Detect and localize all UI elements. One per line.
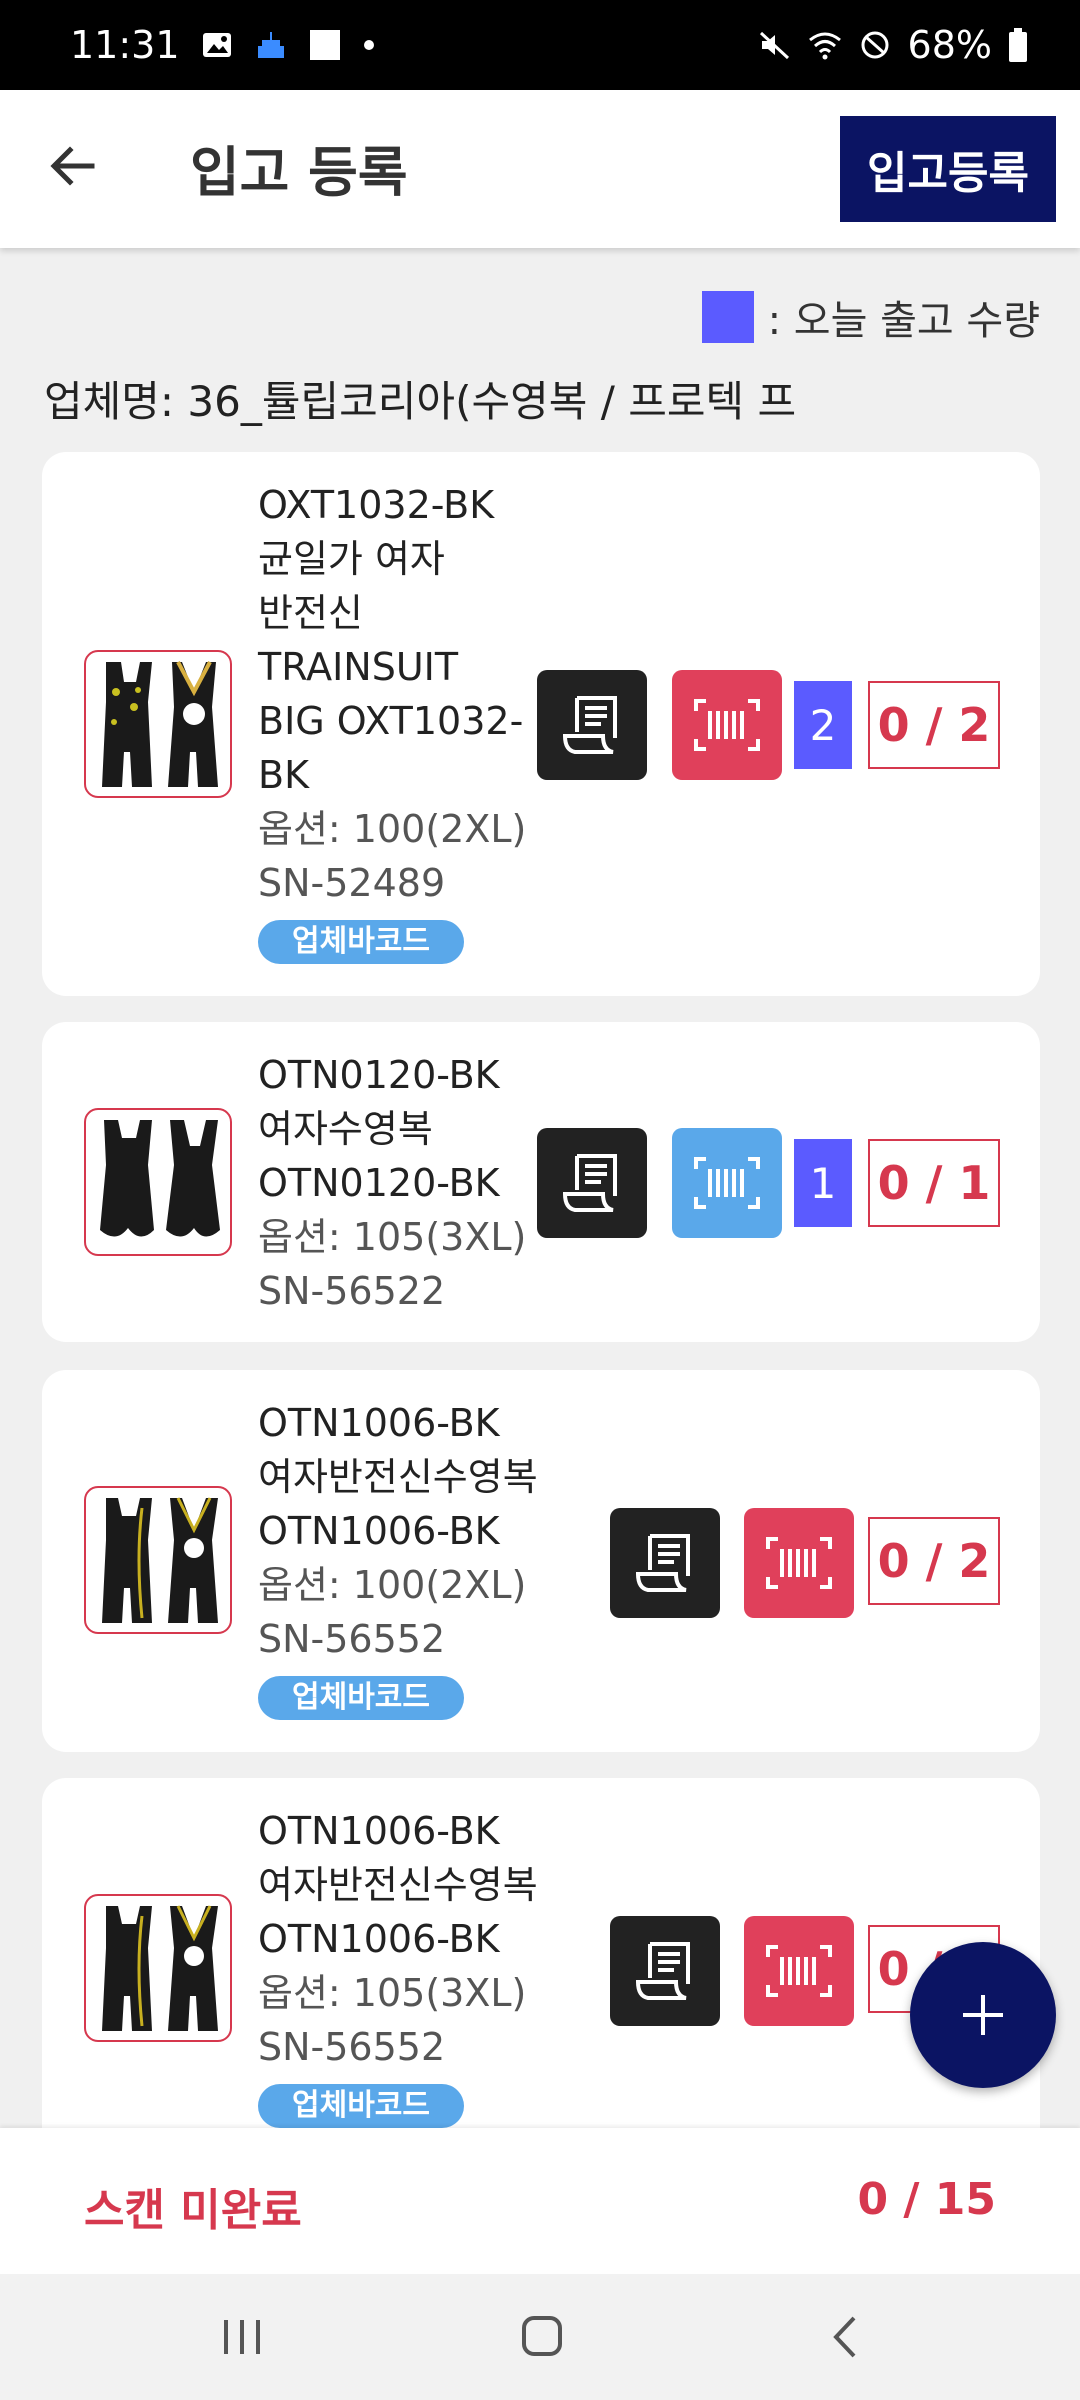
barcode-scan-button[interactable] — [744, 1916, 854, 2026]
barcode-icon — [766, 1537, 832, 1589]
receipt-icon — [562, 1154, 617, 1212]
product-thumbnail — [84, 1894, 232, 2042]
swimsuit-image — [102, 1497, 218, 1623]
product-thumbnail — [84, 1108, 232, 1256]
item-info: OTN1006-BK 여자반전신수영복 OTN1006-BK 옵션: 105(3… — [258, 1804, 538, 2129]
app-bar: 입고 등록 입고등록 — [0, 90, 1080, 248]
battery-icon — [1009, 28, 1027, 62]
wifi-icon — [808, 32, 841, 60]
register-button[interactable]: 입고등록 — [840, 116, 1056, 222]
swimsuit-image — [102, 1905, 218, 2031]
receipt-button[interactable] — [610, 1508, 720, 1618]
swimsuit-image — [102, 661, 218, 787]
scan-count: 0 / 2 — [868, 1517, 1000, 1605]
item-option: 옵션: 100(2XL) — [258, 807, 527, 851]
item-option: 옵션: 105(3XL) — [258, 1215, 527, 1259]
receipt-icon — [635, 1942, 690, 2000]
square-icon — [309, 30, 340, 60]
home-icon[interactable] — [512, 2312, 572, 2362]
recent-apps-icon[interactable] — [212, 2312, 272, 2362]
legend-color-swatch — [701, 291, 754, 343]
plus-icon — [963, 1995, 1003, 2035]
barcode-icon — [694, 699, 760, 751]
status-bar: 11:31 68% — [0, 0, 1080, 90]
item-option: 옵션: 105(3XL) — [258, 1971, 527, 2015]
scan-summary-bar: 스캔 미완료 0 / 15 — [0, 2128, 1080, 2274]
today-qty: 1 — [794, 1139, 852, 1227]
receipt-button[interactable] — [537, 670, 647, 780]
item-serial: SN-56522 — [258, 1269, 446, 1313]
receipt-button[interactable] — [537, 1128, 647, 1238]
status-bar-right: 68% — [758, 23, 1028, 67]
barcode-icon — [694, 1157, 760, 1209]
scan-count: 0 / 1 — [868, 1139, 1000, 1227]
item-serial: SN-56552 — [258, 2025, 446, 2069]
receipt-button[interactable] — [610, 1916, 720, 2026]
image-icon — [202, 33, 231, 57]
item-name-line: OTN1006-BK — [258, 1509, 500, 1553]
scan-count: 0 / 2 — [868, 681, 1000, 769]
item-name-line: 반전신 — [258, 591, 363, 635]
item-name-line: BIG OXT1032- — [258, 699, 524, 743]
product-thumbnail — [84, 1486, 232, 1634]
vendor-barcode-badge: 업체바코드 — [258, 2084, 464, 2128]
barcode-scan-button[interactable] — [672, 1128, 782, 1238]
list-item[interactable]: OTN0120-BK 여자수영복 OTN0120-BK 옵션: 105(3XL)… — [42, 1022, 1040, 1342]
list-item[interactable]: OTN1006-BK 여자반전신수영복 OTN1006-BK 옵션: 100(2… — [42, 1370, 1040, 1752]
barcode-scan-button[interactable] — [744, 1508, 854, 1618]
system-nav-bar — [0, 2274, 1080, 2400]
item-info: OTN1006-BK 여자반전신수영복 OTN1006-BK 옵션: 100(2… — [258, 1396, 538, 1721]
item-name-line: 여자반전신수영복 — [258, 1455, 538, 1499]
item-info: OTN0120-BK 여자수영복 OTN0120-BK 옵션: 105(3XL)… — [258, 1048, 526, 1318]
item-name-line: 여자반전신수영복 — [258, 1863, 538, 1907]
item-name-line: OXT1032-BK — [258, 483, 495, 527]
item-name-line: BK — [258, 753, 309, 797]
swimsuit-image — [100, 1120, 220, 1237]
receipt-icon — [562, 696, 617, 754]
barcode-icon — [766, 1945, 832, 1997]
cake-icon — [257, 32, 284, 58]
item-name-line: OTN1006-BK — [258, 1809, 500, 1853]
status-time: 11:31 — [70, 23, 180, 67]
dot-icon — [363, 40, 374, 50]
add-fab-button[interactable] — [910, 1942, 1056, 2088]
barcode-scan-button[interactable] — [672, 670, 782, 780]
scan-status: 스캔 미완료 — [84, 2185, 302, 2236]
back-nav-icon[interactable] — [816, 2312, 876, 2362]
today-qty: 2 — [794, 681, 852, 769]
item-info: OXT1032-BK 균일가 여자 반전신 TRAINSUIT BIG OXT1… — [258, 478, 526, 965]
product-thumbnail — [84, 650, 232, 798]
item-option: 옵션: 100(2XL) — [258, 1563, 527, 1607]
item-name-line: OTN1006-BK — [258, 1917, 500, 1961]
list-item[interactable]: OTN1006-BK 여자반전신수영복 OTN1006-BK 옵션: 105(3… — [42, 1778, 1040, 2158]
item-name-line: OTN0120-BK — [258, 1161, 500, 1205]
item-serial: SN-56552 — [258, 1617, 446, 1661]
scan-total: 0 / 15 — [857, 2174, 996, 2225]
back-arrow-icon[interactable] — [44, 136, 104, 196]
blocked-icon — [861, 31, 889, 59]
page-title: 입고 등록 — [190, 141, 408, 204]
item-name-line: OTN1006-BK — [258, 1401, 500, 1445]
vendor-name: 업체명: 36_튤립코리아(수영복 / 프로텍 프 — [44, 377, 797, 426]
list-item[interactable]: OXT1032-BK 균일가 여자 반전신 TRAINSUIT BIG OXT1… — [42, 452, 1040, 996]
item-serial: SN-52489 — [258, 861, 446, 905]
item-name-line: TRAINSUIT — [258, 645, 459, 689]
legend-label: : 오늘 출고 수량 — [767, 298, 1040, 344]
mute-icon — [759, 31, 789, 60]
status-bar-left: 11:31 — [70, 23, 376, 67]
item-name-line: 여자수영복 — [258, 1107, 433, 1151]
vendor-barcode-badge: 업체바코드 — [258, 1676, 464, 1720]
vendor-barcode-badge: 업체바코드 — [258, 920, 464, 964]
legend: : 오늘 출고 수량 — [701, 288, 1040, 346]
battery-percent: 68% — [907, 23, 992, 67]
receipt-icon — [635, 1534, 690, 1592]
item-name-line: 균일가 여자 — [258, 537, 445, 581]
item-name-line: OTN0120-BK — [258, 1053, 500, 1097]
